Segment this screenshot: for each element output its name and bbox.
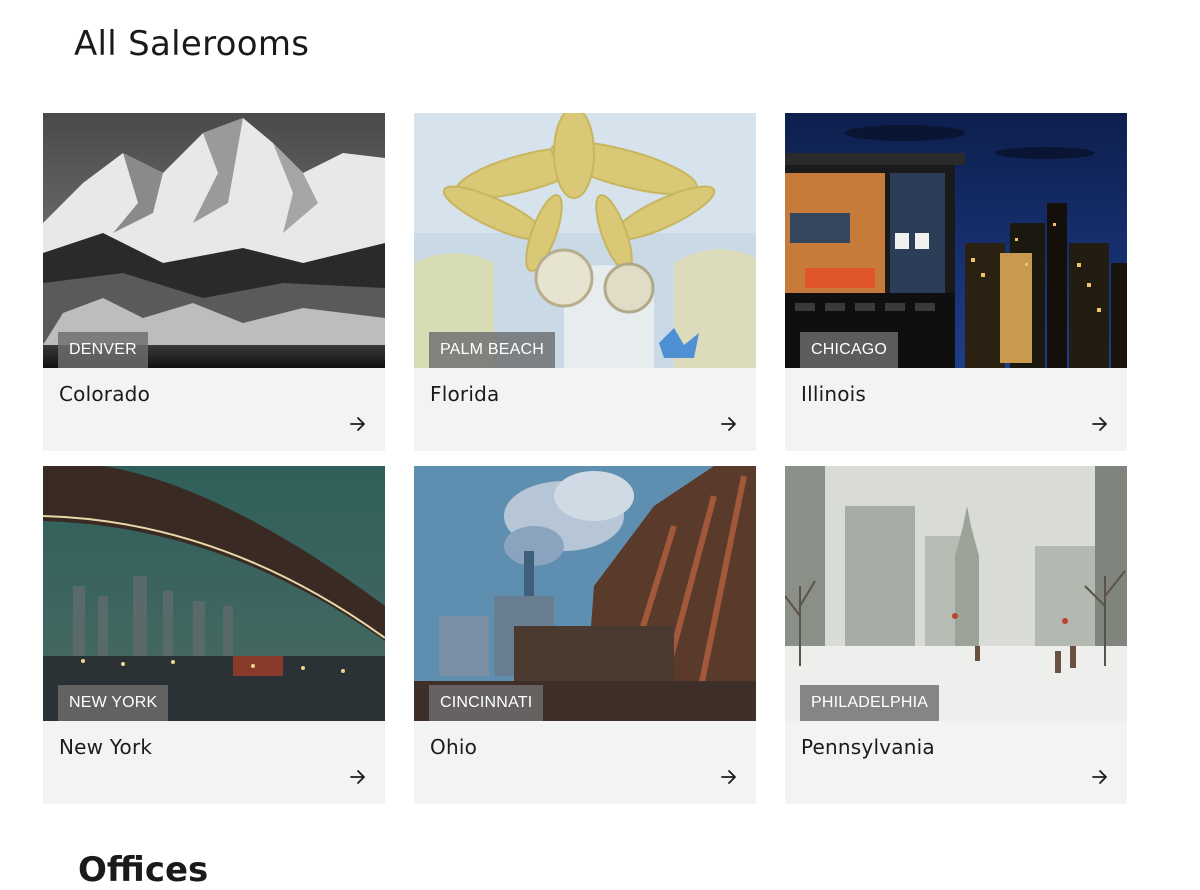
saleroom-image-bridge: NEW YORK xyxy=(43,466,385,721)
saleroom-grid: DENVER Colorado PALM BEACH Florida CHICA… xyxy=(43,113,1127,804)
arrow-right-icon[interactable] xyxy=(349,415,367,433)
saleroom-card-florida[interactable]: PALM BEACH Florida xyxy=(414,113,756,451)
state-name: Pennsylvania xyxy=(801,735,935,759)
saleroom-card-illinois[interactable]: CHICAGO Illinois xyxy=(785,113,1127,451)
arrow-right-icon[interactable] xyxy=(1091,768,1109,786)
saleroom-image-winter-street: PHILADELPHIA xyxy=(785,466,1127,721)
saleroom-card-pennsylvania[interactable]: PHILADELPHIA Pennsylvania xyxy=(785,466,1127,804)
state-name: New York xyxy=(59,735,153,759)
city-badge: NEW YORK xyxy=(58,685,169,721)
state-name: Ohio xyxy=(430,735,478,759)
saleroom-card-colorado[interactable]: DENVER Colorado xyxy=(43,113,385,451)
page-title: All Salerooms xyxy=(74,24,310,64)
city-badge: PHILADELPHIA xyxy=(800,685,940,721)
arrow-right-icon[interactable] xyxy=(1091,415,1109,433)
arrow-right-icon[interactable] xyxy=(720,415,738,433)
arrow-right-icon[interactable] xyxy=(720,768,738,786)
state-name: Colorado xyxy=(59,382,151,406)
state-name: Florida xyxy=(430,382,500,406)
saleroom-image-mountains: DENVER xyxy=(43,113,385,368)
city-badge: CHICAGO xyxy=(800,332,899,368)
city-badge: PALM BEACH xyxy=(429,332,555,368)
state-name: Illinois xyxy=(801,382,867,406)
city-badge: DENVER xyxy=(58,332,148,368)
offices-heading: Offices xyxy=(78,850,209,890)
saleroom-image-palm: PALM BEACH xyxy=(414,113,756,368)
city-badge: CINCINNATI xyxy=(429,685,544,721)
saleroom-card-new-york[interactable]: NEW YORK New York xyxy=(43,466,385,804)
saleroom-card-ohio[interactable]: CINCINNATI Ohio xyxy=(414,466,756,804)
arrow-right-icon[interactable] xyxy=(349,768,367,786)
saleroom-image-skyline: CHICAGO xyxy=(785,113,1127,368)
saleroom-image-industrial: CINCINNATI xyxy=(414,466,756,721)
